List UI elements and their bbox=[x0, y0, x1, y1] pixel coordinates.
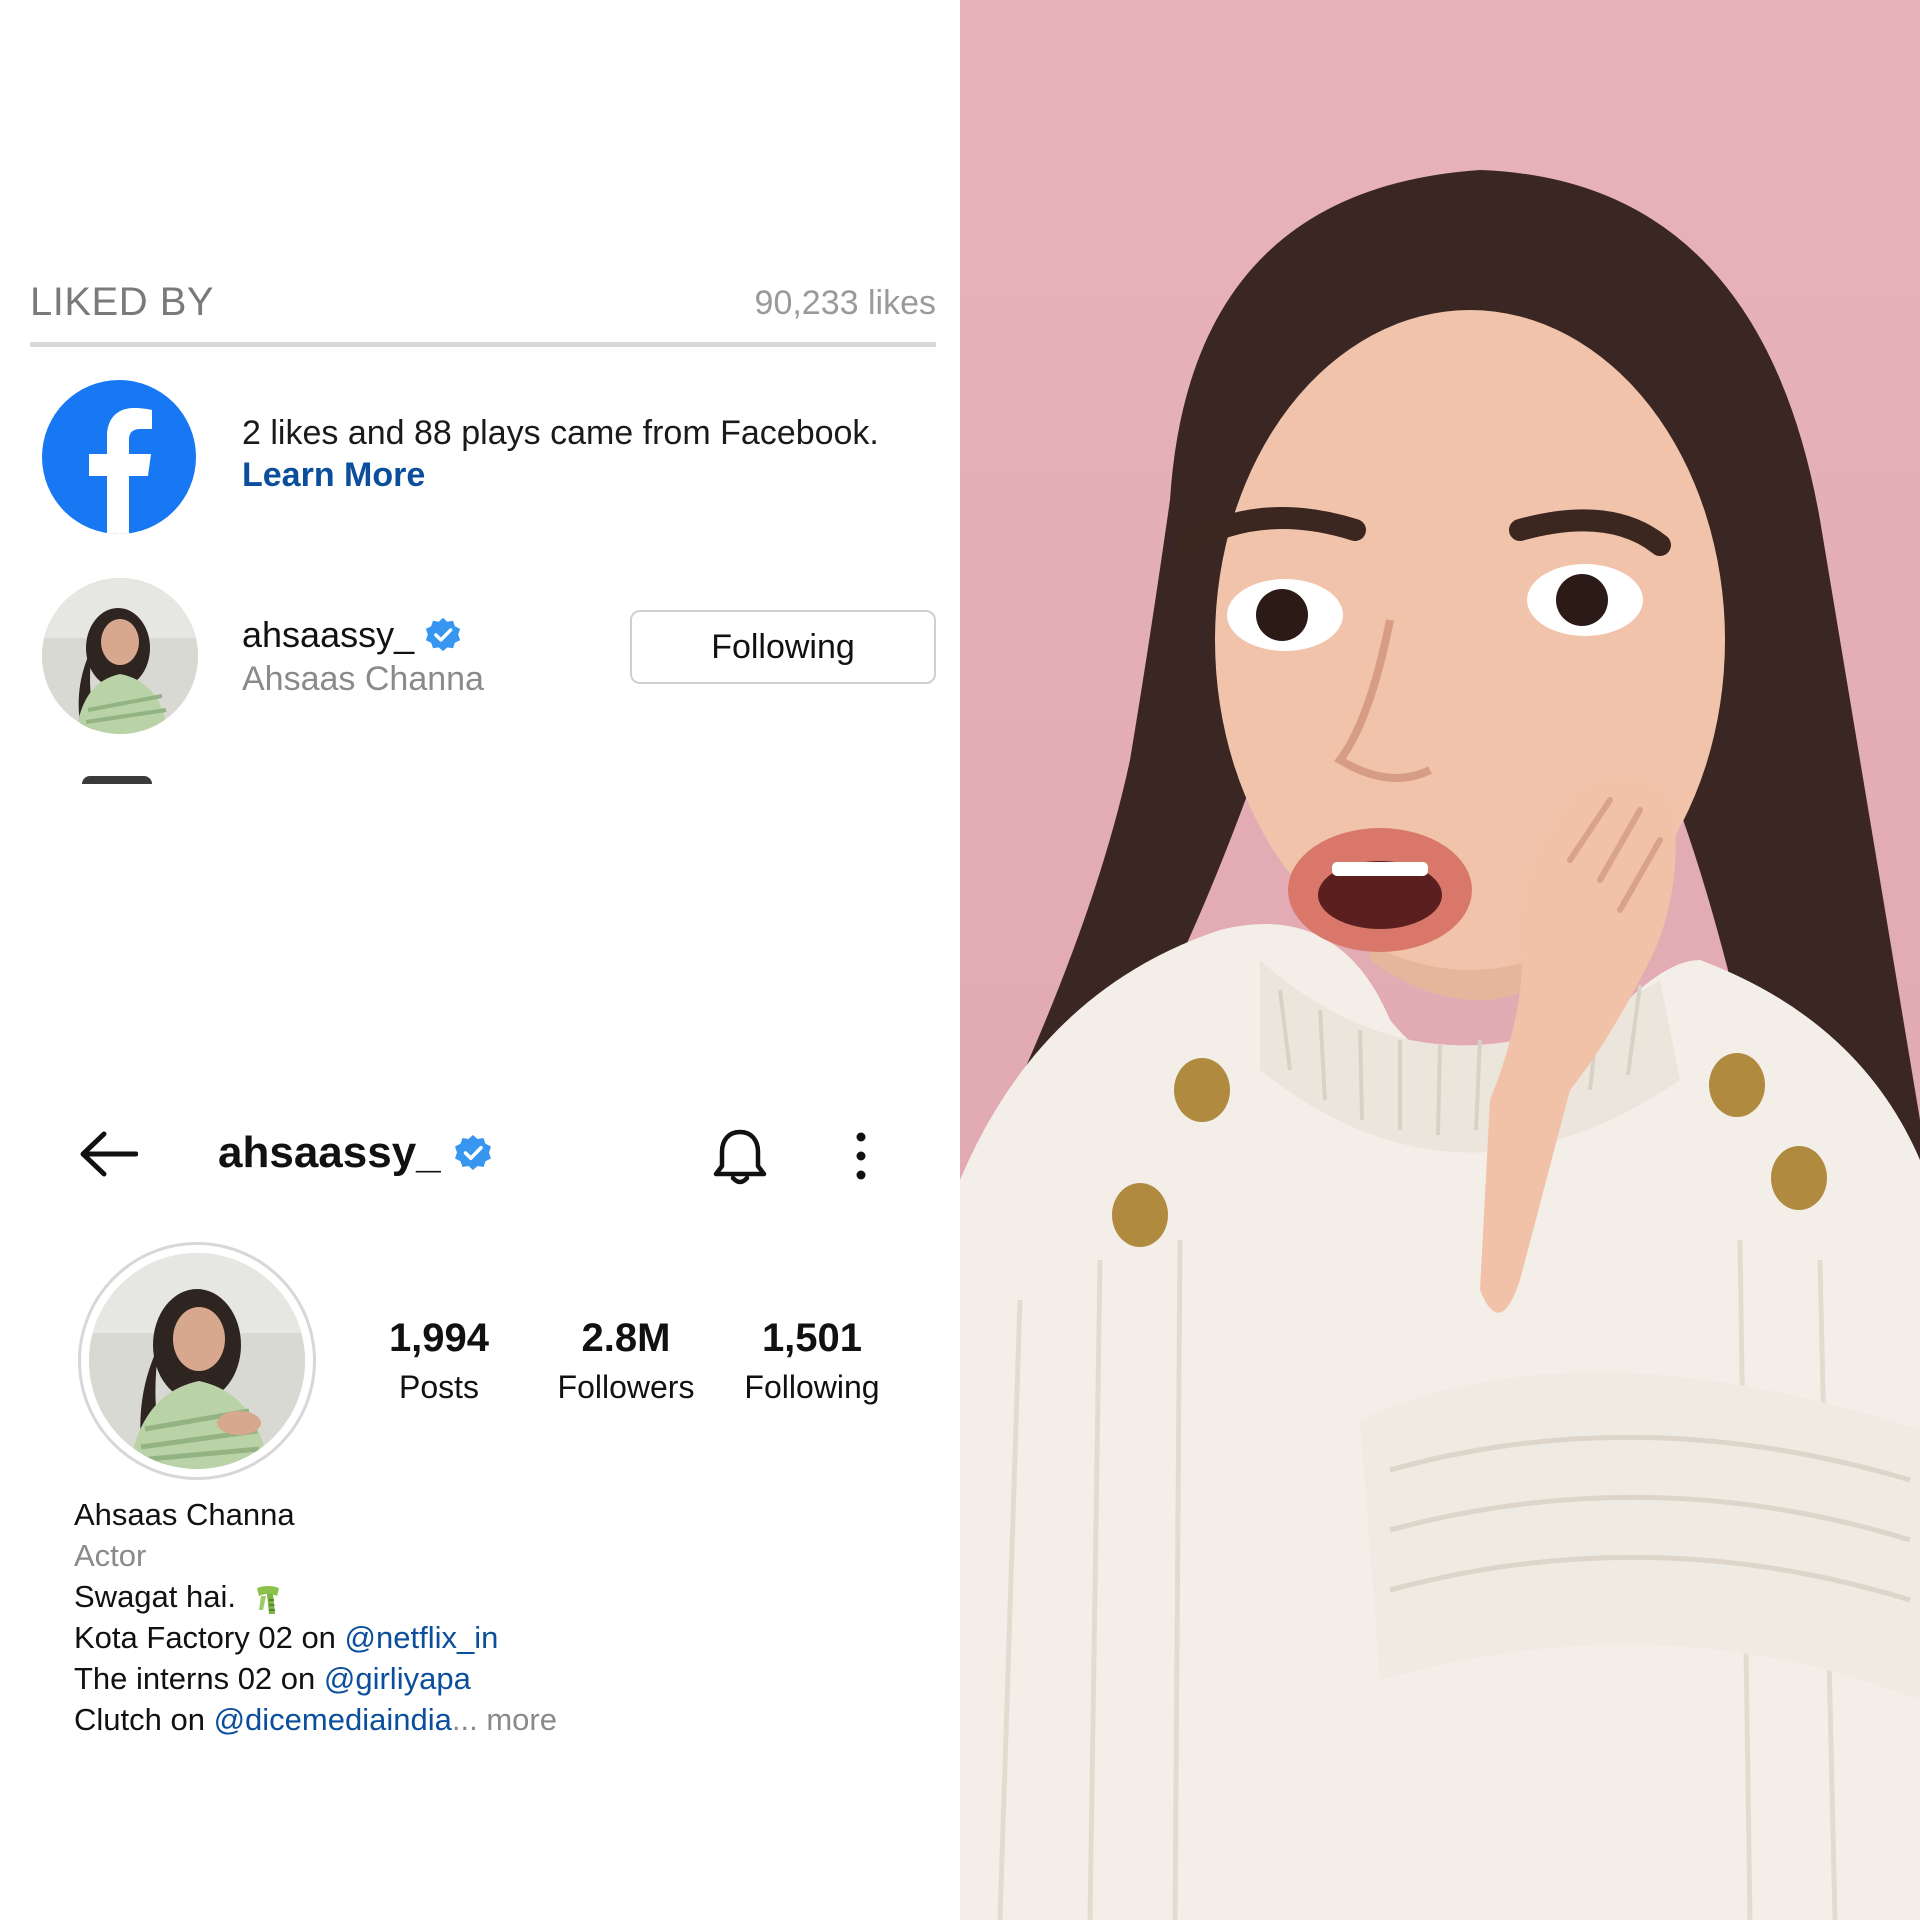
followers-label: Followers bbox=[557, 1369, 695, 1405]
profile-top-bar: ahsaassy_ bbox=[0, 1120, 960, 1190]
bell-icon[interactable] bbox=[712, 1126, 768, 1186]
bio-line-3-text: The interns 02 on bbox=[74, 1661, 324, 1696]
dicemedia-mention-link[interactable]: @dicemediaindia bbox=[214, 1702, 452, 1737]
liker-username[interactable]: ahsaassy_ bbox=[242, 614, 462, 656]
followers-count: 2.8M bbox=[581, 1316, 671, 1360]
liked-by-title: LIKED BY bbox=[30, 280, 215, 324]
stat-followers[interactable]: 2.8M Followers bbox=[541, 1316, 711, 1406]
profile-username-text: ahsaassy_ bbox=[218, 1128, 441, 1177]
bio-line-1-text: Swagat hai. bbox=[74, 1579, 236, 1614]
profile-bio: Ahsaas Channa Actor Swagat hai. Kota Fac… bbox=[74, 1494, 557, 1740]
liker-full-name: Ahsaas Channa bbox=[242, 660, 484, 698]
posts-label: Posts bbox=[398, 1369, 480, 1405]
avatar bbox=[89, 1253, 305, 1469]
bio-more-link[interactable]: more bbox=[478, 1702, 557, 1737]
avatar[interactable] bbox=[42, 578, 198, 734]
stat-posts[interactable]: 1,994 Posts bbox=[354, 1316, 524, 1406]
verified-icon bbox=[426, 617, 461, 652]
stat-following[interactable]: 1,501 Following bbox=[727, 1316, 897, 1406]
bio-line-1: Swagat hai. bbox=[74, 1576, 557, 1617]
following-label: Following bbox=[744, 1369, 880, 1405]
facebook-likes-notice: 2 likes and 88 plays came from Facebook.… bbox=[42, 380, 942, 536]
back-arrow-icon[interactable] bbox=[78, 1130, 139, 1178]
portrait-illustration bbox=[960, 170, 1920, 1920]
bio-line-4-text: Clutch on bbox=[74, 1702, 214, 1737]
girliyapa-mention-link[interactable]: @girliyapa bbox=[324, 1661, 471, 1696]
bio-name: Ahsaas Channa bbox=[74, 1497, 295, 1532]
bio-ellipsis: ... bbox=[451, 1702, 478, 1737]
more-options-icon[interactable] bbox=[846, 1128, 876, 1184]
likes-count[interactable]: 90,233 likes bbox=[755, 284, 936, 323]
bio-category: Actor bbox=[74, 1538, 147, 1573]
bio-line-2: Kota Factory 02 on @netflix_in bbox=[74, 1617, 557, 1658]
liker-username-text: ahsaassy_ bbox=[242, 614, 415, 655]
instagram-screenshot-panel: LIKED BY 90,233 likes 2 likes and 88 pla… bbox=[0, 0, 960, 1920]
posts-count: 1,994 bbox=[388, 1316, 490, 1360]
next-liker-avatar-peek bbox=[82, 776, 152, 784]
liker-row[interactable]: ahsaassy_ Ahsaas Channa Following bbox=[42, 578, 942, 738]
bio-line-2-text: Kota Factory 02 on bbox=[74, 1620, 345, 1655]
facebook-icon bbox=[42, 380, 196, 534]
following-button[interactable]: Following bbox=[630, 610, 936, 684]
scarf-emoji bbox=[256, 1585, 279, 1614]
learn-more-link[interactable]: Learn More bbox=[242, 456, 425, 495]
following-count: 1,501 bbox=[761, 1316, 863, 1360]
profile-username: ahsaassy_ bbox=[218, 1128, 493, 1178]
portrait-photo bbox=[960, 0, 1920, 1920]
netflix-mention-link[interactable]: @netflix_in bbox=[345, 1620, 499, 1655]
verified-icon bbox=[454, 1135, 491, 1170]
facebook-notice-text: 2 likes and 88 plays came from Facebook. bbox=[242, 414, 879, 452]
liked-by-header: LIKED BY 90,233 likes bbox=[30, 276, 936, 347]
bio-line-3: The interns 02 on @girliyapa bbox=[74, 1658, 557, 1699]
profile-avatar[interactable] bbox=[78, 1242, 316, 1480]
bio-line-4: Clutch on @dicemediaindia... more bbox=[74, 1699, 557, 1740]
